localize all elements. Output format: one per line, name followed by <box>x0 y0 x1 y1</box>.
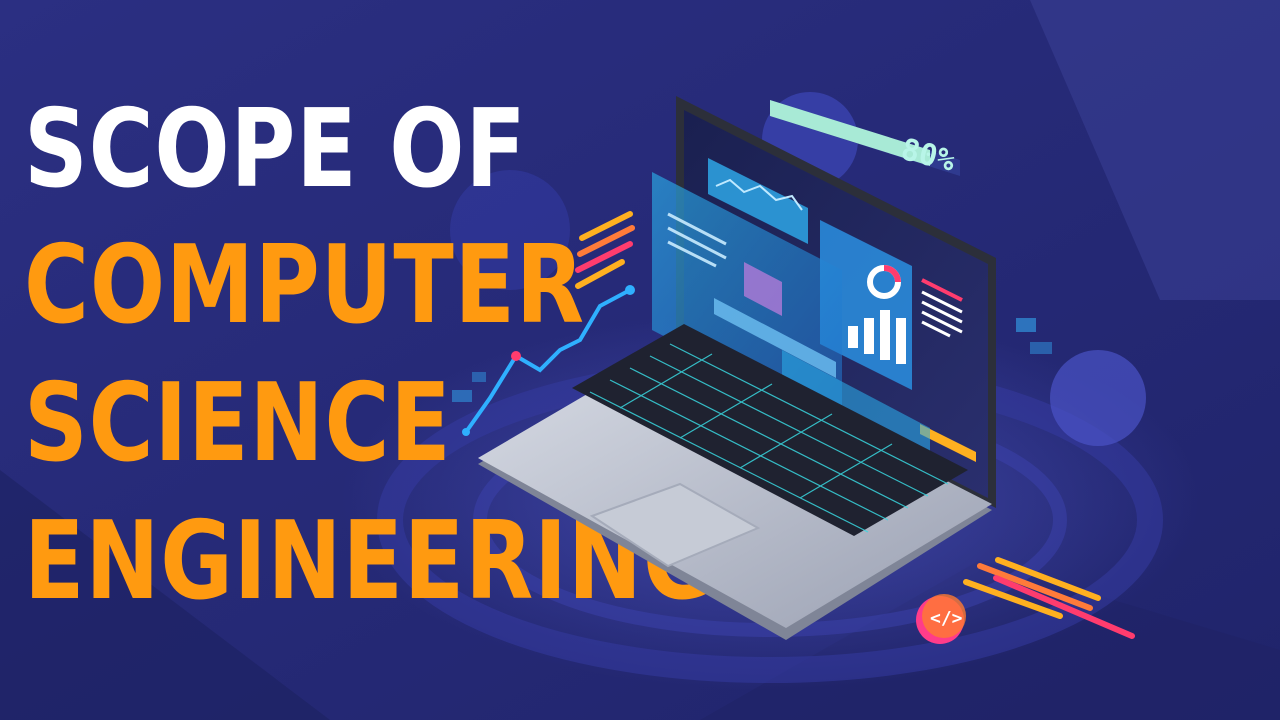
laptop-illustration: </> <box>462 96 1135 644</box>
deco-stripes <box>575 211 635 289</box>
code-badge-icon: </> <box>916 594 966 644</box>
svg-text:</>: </> <box>930 608 963 629</box>
deco-stripes <box>963 557 1135 639</box>
